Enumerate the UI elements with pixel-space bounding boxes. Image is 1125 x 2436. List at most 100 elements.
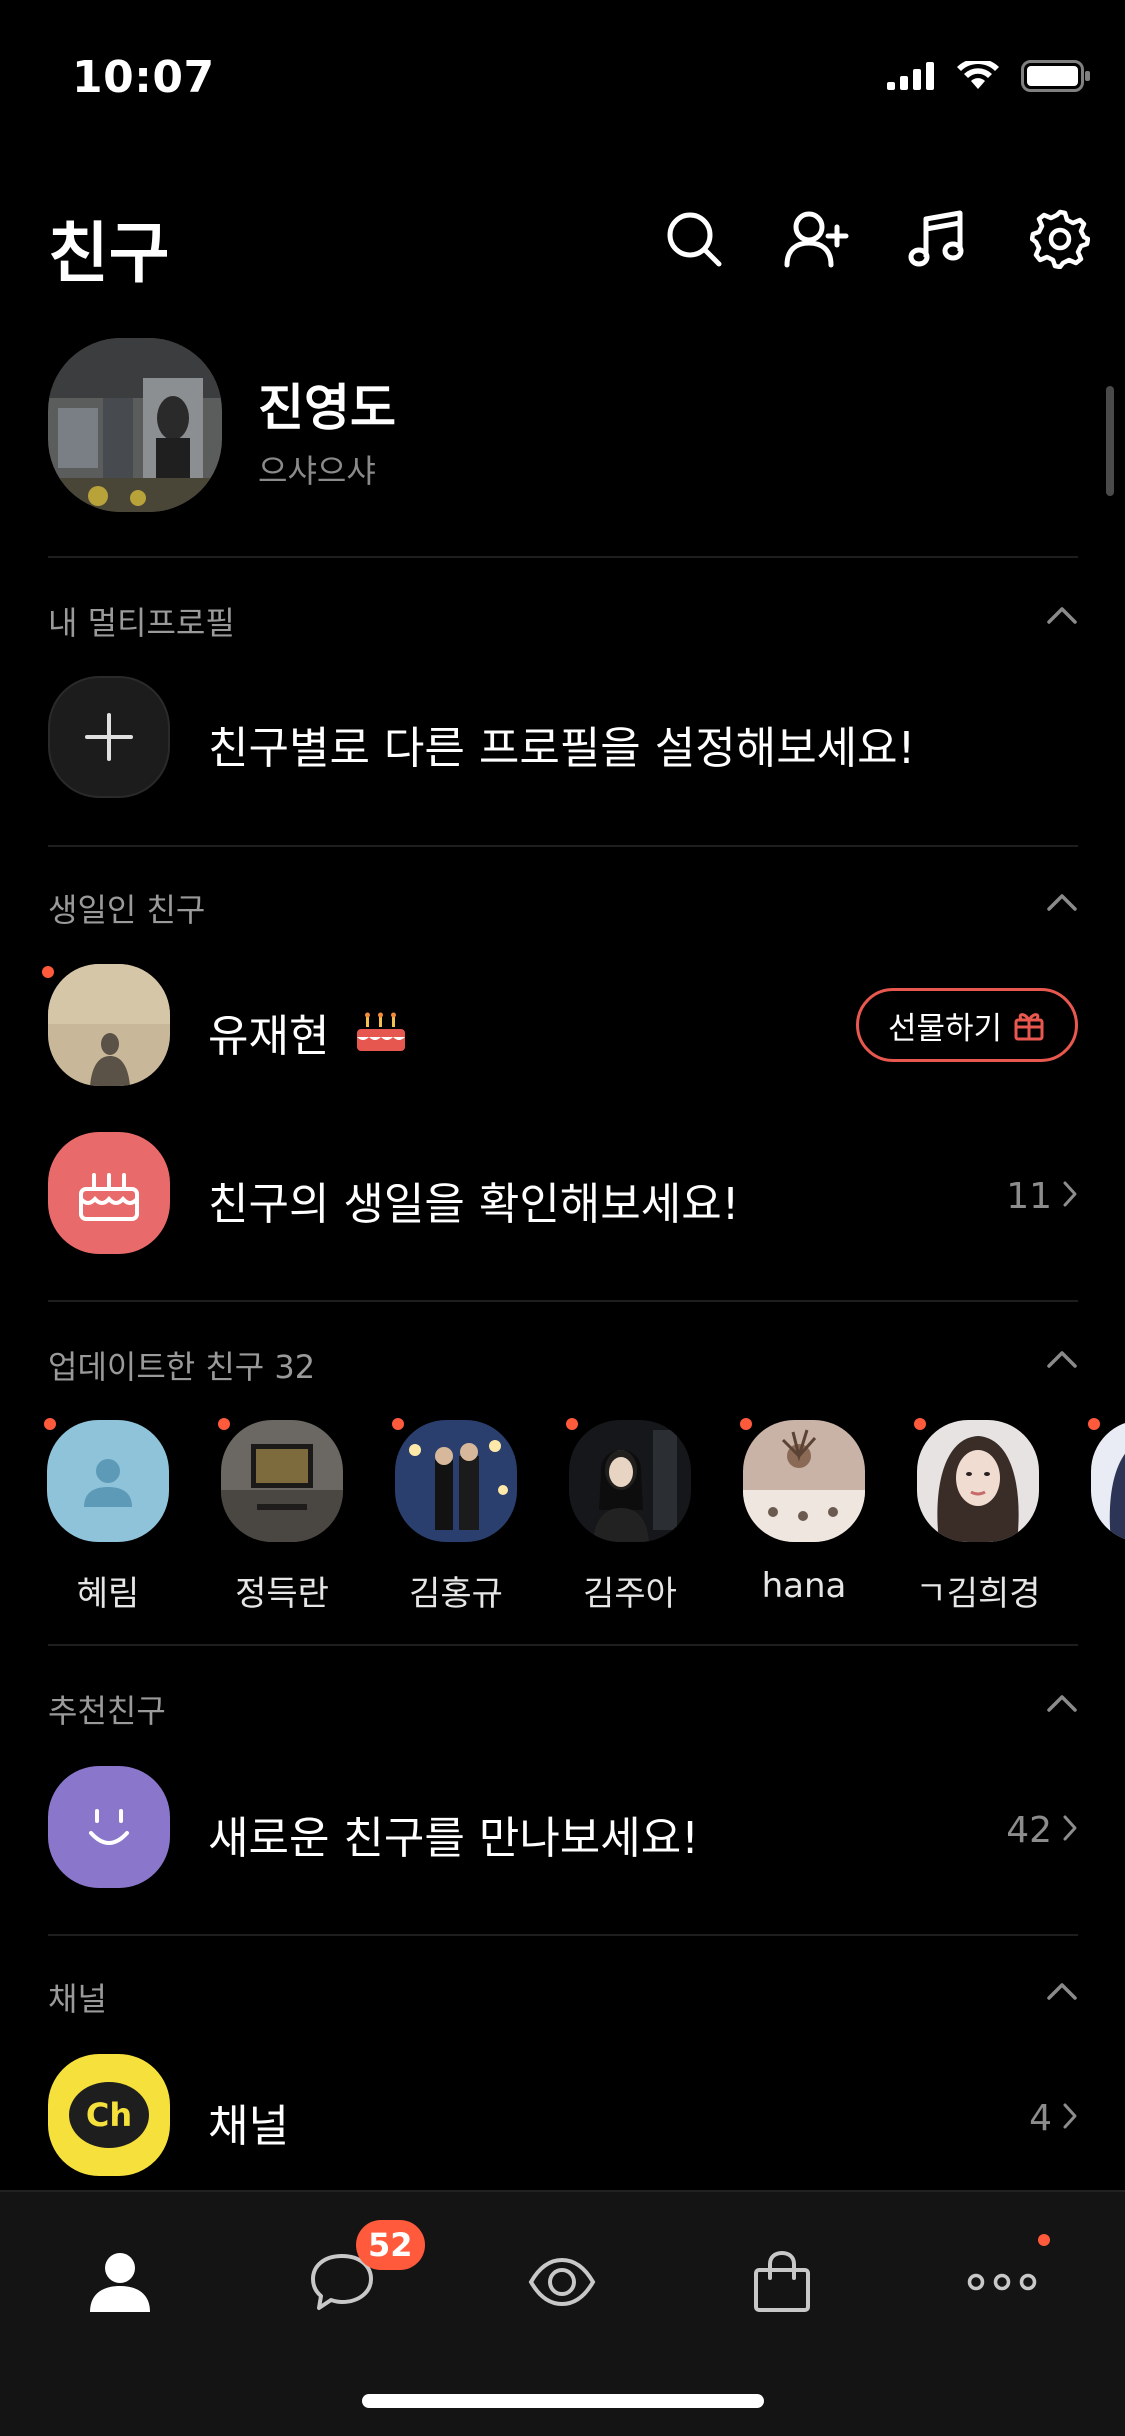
view-tab[interactable]	[512, 2232, 612, 2332]
multi-profile-section-header[interactable]: 내 멀티프로필	[48, 598, 1078, 648]
updated-friend-item[interactable]: 김홍규	[376, 1418, 536, 1618]
person-icon	[90, 2253, 150, 2312]
multi-profile-row[interactable]: 친구별로 다른 프로필을 설정해보세요!	[48, 676, 1078, 800]
chevron-right-icon	[1063, 2103, 1077, 2129]
friend-avatar[interactable]	[47, 1420, 169, 1542]
chat-unread-badge: 52	[356, 2220, 425, 2270]
chevron-up-icon[interactable]	[1046, 1348, 1078, 1370]
friend-name: 혜림	[76, 1574, 140, 1614]
section-label: 추천친구	[48, 1692, 166, 1730]
plus-icon	[85, 713, 133, 761]
birthday-check-row[interactable]: 친구의 생일을 확인해보세요! 11	[48, 1132, 1078, 1256]
search-button[interactable]	[661, 206, 727, 272]
friend-name: 김홍규	[409, 1574, 503, 1614]
scroll-indicator	[1106, 386, 1114, 496]
gear-icon	[1030, 209, 1090, 269]
birthday-check-prompt: 친구의 생일을 확인해보세요!	[208, 1179, 740, 1230]
updated-friends-carousel[interactable]: 혜림 정득란 김홍규 김주아 hana ㄱ김희경	[0, 1418, 1125, 1618]
channel-count: 4	[1029, 2098, 1052, 2139]
shopping-bag-icon	[754, 2250, 810, 2312]
wifi-icon	[957, 61, 999, 89]
birthday-friend-avatar[interactable]	[48, 964, 170, 1086]
divider	[48, 1644, 1078, 1646]
friend-avatar[interactable]	[569, 1420, 691, 1542]
friend-avatar[interactable]	[917, 1420, 1039, 1542]
birthday-section-header[interactable]: 생일인 친구	[48, 885, 1078, 935]
music-button[interactable]	[905, 206, 971, 272]
add-friend-icon	[784, 211, 849, 268]
divider	[48, 1300, 1078, 1302]
more-new-dot	[1038, 2234, 1050, 2246]
friend-name: 김주아	[583, 1574, 677, 1614]
more-tab[interactable]	[952, 2232, 1052, 2332]
channel-section-header[interactable]: 채널	[48, 1974, 1078, 2024]
new-dot	[44, 1418, 56, 1430]
channel-icon-text: Ch	[85, 2096, 133, 2134]
channel-row[interactable]: Ch 채널 4	[48, 2054, 1078, 2178]
updated-friend-item[interactable]: ㄱ김희경	[898, 1418, 1058, 1618]
section-label: 채널	[48, 1980, 107, 2018]
birthday-check-thumb	[48, 1132, 170, 1254]
recommended-count: 42	[1006, 1810, 1052, 1851]
friend-avatar[interactable]	[221, 1420, 343, 1542]
birthday-friend-row[interactable]: 유재현 선물하기	[48, 964, 1078, 1088]
settings-button[interactable]	[1027, 206, 1093, 272]
cake-outline-icon	[79, 1173, 139, 1221]
gym-photo	[48, 338, 222, 512]
friends-tab[interactable]	[70, 2232, 170, 2332]
new-dot	[1088, 1418, 1100, 1430]
chevron-up-icon[interactable]	[1046, 1692, 1078, 1714]
friend-name: ㄱ김희경	[915, 1574, 1041, 1614]
friend-avatar[interactable]	[395, 1420, 517, 1542]
updated-friend-item[interactable]: 정득란	[202, 1418, 362, 1618]
new-dot	[740, 1418, 752, 1430]
status-bar: 10:07	[0, 0, 1125, 140]
updated-friend-item[interactable]: hana	[724, 1418, 884, 1618]
new-dot	[914, 1418, 926, 1430]
portrait-photo	[569, 1420, 691, 1542]
updated-friend-item[interactable]: 김주아	[550, 1418, 710, 1618]
status-icons	[887, 60, 1091, 92]
section-label: 업데이트한 친구 32	[48, 1348, 316, 1386]
home-indicator[interactable]	[362, 2394, 764, 2408]
recommended-section-header[interactable]: 추천친구	[48, 1686, 1078, 1736]
anime-photo	[1091, 1420, 1125, 1542]
recommended-row[interactable]: 새로운 친구를 만나보세요! 42	[48, 1766, 1078, 1890]
updated-friend-item-partial[interactable]	[1072, 1418, 1125, 1618]
new-dot	[566, 1418, 578, 1430]
gallery-photo	[221, 1420, 343, 1542]
shopping-tab[interactable]	[732, 2232, 832, 2332]
updated-friends-section-header[interactable]: 업데이트한 친구 32	[48, 1342, 1078, 1392]
add-multi-profile-button[interactable]	[48, 676, 170, 798]
recommended-thumb	[48, 1766, 170, 1888]
section-label: 생일인 친구	[48, 891, 206, 929]
friend-name: hana	[761, 1566, 847, 1606]
my-profile-name: 진영도	[258, 379, 396, 437]
selfie-photo	[917, 1420, 1039, 1542]
chevron-up-icon[interactable]	[1046, 891, 1078, 913]
my-profile-status: 으샤으샤	[258, 452, 376, 490]
chevron-up-icon[interactable]	[1046, 604, 1078, 626]
add-friend-button[interactable]	[783, 206, 849, 272]
birthday-count: 11	[1006, 1176, 1052, 1217]
multi-profile-prompt: 친구별로 다른 프로필을 설정해보세요!	[208, 723, 916, 774]
friend-avatar[interactable]	[743, 1420, 865, 1542]
search-icon	[667, 212, 722, 267]
friend-avatar[interactable]	[1091, 1420, 1125, 1542]
my-profile-avatar[interactable]	[48, 338, 222, 512]
divider	[48, 556, 1078, 558]
new-dot	[392, 1418, 404, 1430]
status-time: 10:07	[72, 52, 215, 103]
chevron-up-icon[interactable]	[1046, 1980, 1078, 2002]
recommended-prompt: 새로운 친구를 만나보세요!	[208, 1813, 699, 1864]
birthday-friend-name: 유재현	[208, 1011, 330, 1062]
gift-icon	[1014, 1013, 1044, 1041]
header-actions	[661, 206, 1093, 272]
default-avatar-icon	[84, 1459, 132, 1507]
section-label: 내 멀티프로필	[48, 604, 235, 642]
chevron-right-icon	[1063, 1815, 1077, 1841]
my-profile-row[interactable]: 진영도 으샤으샤	[48, 338, 1078, 518]
send-gift-button[interactable]: 선물하기	[856, 988, 1078, 1062]
updated-friend-item[interactable]: 혜림	[28, 1418, 188, 1618]
birthday-cake-icon	[357, 1012, 406, 1051]
